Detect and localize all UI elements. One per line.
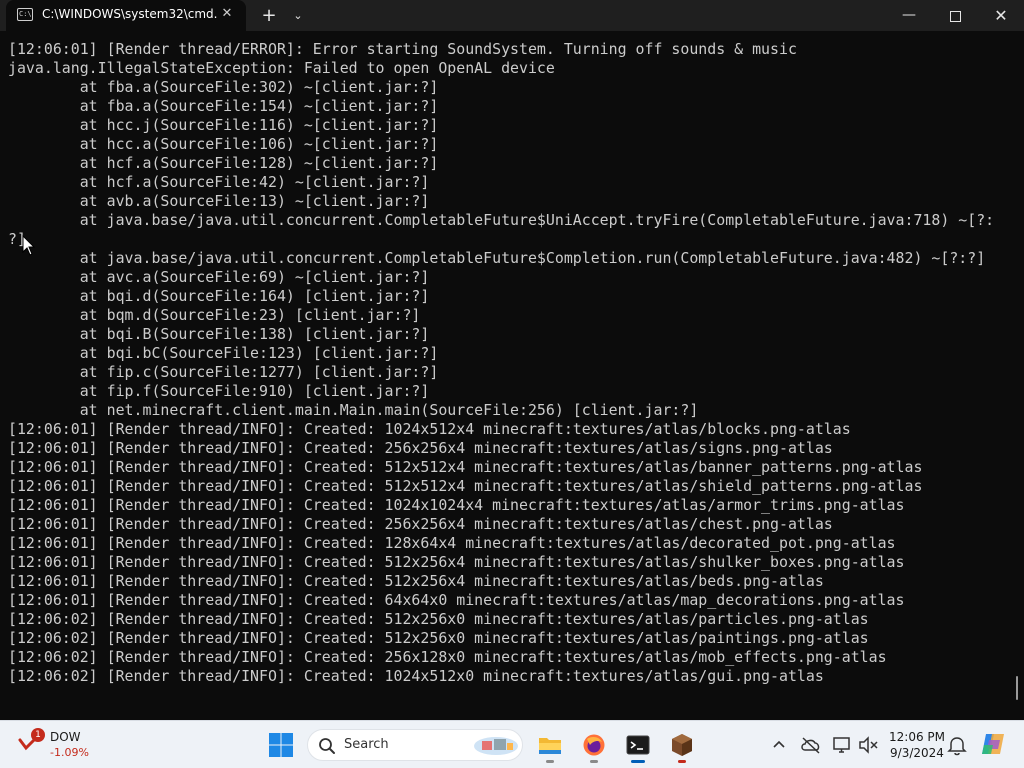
file-explorer-icon [539, 738, 561, 754]
console-line: [12:06:01] [Render thread/INFO]: Created… [8, 534, 896, 552]
firefox-icon [583, 734, 605, 756]
network-icon [833, 737, 850, 753]
network-tray-button[interactable] [831, 733, 855, 757]
terminal-button[interactable] [620, 727, 656, 763]
tab-cmd[interactable]: C:\ C:\WINDOWS\system32\cmd. ✕ [6, 0, 246, 31]
taskbar: 1 DOW -1.09% Search 12:06 PM 9/3/2024 [0, 720, 1024, 768]
console-line: at bqi.bC(SourceFile:123) [client.jar:?] [8, 344, 439, 362]
notifications-button[interactable] [945, 733, 969, 757]
close-window-button[interactable]: ✕ [978, 0, 1024, 31]
maximize-button[interactable] [932, 0, 978, 31]
minecraft-launcher-button[interactable] [664, 727, 700, 763]
speaker-muted-icon [859, 736, 878, 754]
minecraft-launcher-icon [672, 734, 692, 756]
search-placeholder: Search [344, 737, 389, 752]
console-line: [12:06:01] [Render thread/INFO]: Created… [8, 515, 833, 533]
console-line: at bqm.d(SourceFile:23) [client.jar:?] [8, 306, 421, 324]
chevron-down-icon[interactable]: ⌄ [287, 0, 309, 31]
title-bar: C:\ C:\WINDOWS\system32\cmd. ✕ + ⌄ — ✕ [0, 0, 1024, 31]
console-line: at fba.a(SourceFile:302) ~[client.jar:?] [8, 78, 439, 96]
console-line: at hcf.a(SourceFile:42) ~[client.jar:?] [8, 173, 430, 191]
console-line: [12:06:01] [Render thread/INFO]: Created… [8, 420, 851, 438]
console-line: [12:06:01] [Render thread/INFO]: Created… [8, 458, 923, 476]
console-output[interactable]: [12:06:01] [Render thread/ERROR]: Error … [0, 31, 1024, 720]
cmd-icon: C:\ [17, 8, 33, 21]
widget-change: -1.09% [50, 746, 89, 759]
cloud-offline-icon [801, 737, 820, 754]
search-icon [319, 738, 335, 754]
tab-title: C:\WINDOWS\system32\cmd. [42, 7, 218, 21]
windows-start-icon[interactable] [268, 732, 294, 758]
console-line: [12:06:02] [Render thread/INFO]: Created… [8, 667, 824, 685]
scrollbar-thumb[interactable] [1016, 676, 1018, 700]
console-line: at bqi.B(SourceFile:138) [client.jar:?] [8, 325, 430, 343]
console-line: [12:06:01] [Render thread/ERROR]: Error … [8, 40, 797, 58]
file-explorer-button[interactable] [532, 727, 568, 763]
widget-title: DOW [50, 730, 81, 744]
volume-tray-button[interactable] [857, 733, 881, 757]
system-clock[interactable]: 12:06 PM 9/3/2024 [882, 729, 952, 761]
clock-time: 12:06 PM [889, 730, 945, 744]
minimize-button[interactable]: — [886, 0, 932, 31]
terminal-icon [626, 735, 650, 755]
console-line: at java.base/java.util.concurrent.Comple… [8, 249, 986, 267]
copilot-icon[interactable] [980, 731, 1006, 757]
console-line: [12:06:01] [Render thread/INFO]: Created… [8, 496, 905, 514]
console-line: at avc.a(SourceFile:69) ~[client.jar:?] [8, 268, 430, 286]
bell-icon [947, 737, 967, 756]
console-line: [12:06:01] [Render thread/INFO]: Created… [8, 572, 824, 590]
console-line: at hcc.a(SourceFile:106) ~[client.jar:?] [8, 135, 439, 153]
console-line: at fba.a(SourceFile:154) ~[client.jar:?] [8, 97, 439, 115]
active-indicator [631, 760, 645, 763]
firefox-button[interactable] [576, 727, 612, 763]
console-line: at hcc.j(SourceFile:116) ~[client.jar:?] [8, 116, 439, 134]
onedrive-tray-button[interactable] [799, 733, 823, 757]
console-line: [12:06:01] [Render thread/INFO]: Created… [8, 591, 905, 609]
console-line: [12:06:02] [Render thread/INFO]: Created… [8, 629, 869, 647]
show-hidden-icons-button[interactable] [767, 733, 791, 757]
console-line: [12:06:02] [Render thread/INFO]: Created… [8, 648, 887, 666]
mouse-cursor-icon [22, 235, 36, 256]
stock-widget[interactable]: 1 DOW -1.09% [18, 728, 108, 762]
search-highlight-icon [474, 737, 518, 755]
clock-date: 9/3/2024 [890, 746, 944, 760]
running-indicator [546, 760, 554, 763]
console-line: at bqi.d(SourceFile:164) [client.jar:?] [8, 287, 430, 305]
console-line: at fip.c(SourceFile:1277) [client.jar:?] [8, 363, 439, 381]
taskbar-search[interactable]: Search [307, 729, 523, 761]
notification-badge: 1 [31, 728, 45, 742]
new-tab-button[interactable]: + [256, 0, 282, 31]
console-line: ?] [8, 230, 26, 248]
console-line: java.lang.IllegalStateException: Failed … [8, 59, 555, 77]
console-line: at avb.a(SourceFile:13) ~[client.jar:?] [8, 192, 430, 210]
console-line: at hcf.a(SourceFile:128) ~[client.jar:?] [8, 154, 439, 172]
console-line: [12:06:01] [Render thread/INFO]: Created… [8, 553, 905, 571]
running-indicator [590, 760, 598, 763]
console-line: [12:06:01] [Render thread/INFO]: Created… [8, 439, 833, 457]
console-lines: [12:06:01] [Render thread/ERROR]: Error … [8, 40, 1008, 686]
console-line: at fip.f(SourceFile:910) [client.jar:?] [8, 382, 430, 400]
console-line: [12:06:02] [Render thread/INFO]: Created… [8, 610, 869, 628]
restore-icon [949, 11, 961, 22]
close-tab-icon[interactable]: ✕ [217, 4, 237, 24]
running-indicator [678, 760, 686, 763]
chevron-up-icon [773, 740, 785, 748]
console-line: [12:06:01] [Render thread/INFO]: Created… [8, 477, 923, 495]
console-line: at net.minecraft.client.main.Main.main(S… [8, 401, 699, 419]
console-line: at java.base/java.util.concurrent.Comple… [8, 211, 995, 229]
